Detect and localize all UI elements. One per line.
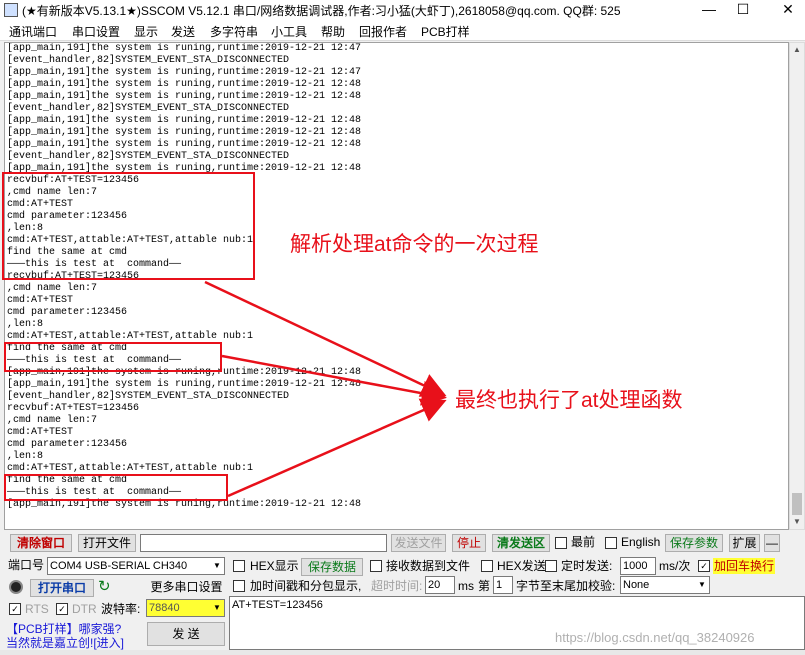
annotation-first: 解析处理at命令的一次过程 [290,233,539,256]
recv-to-file-checkbox[interactable] [370,560,382,572]
rts-checkbox[interactable]: ✓ [9,603,21,615]
baud-value: 78840 [149,602,180,614]
interval-input[interactable]: 1000 [620,557,656,575]
add-crlf-checkbox[interactable]: ✓ [698,560,710,572]
baud-chevron-icon[interactable]: ▼ [210,600,224,616]
clear-window-button[interactable]: 清除窗口 [10,534,72,552]
chevron-down-icon[interactable]: ▼ [210,558,224,574]
file-path-input[interactable] [140,534,387,552]
english-label: English [621,535,661,549]
timeout-unit: ms [458,579,474,593]
baud-label: 波特率: [101,602,141,616]
port-label: 端口号 [8,558,45,572]
timestamp-checkbox[interactable] [233,580,245,592]
timed-send-label: 定时发送: [561,559,613,573]
send-file-button[interactable]: 发送文件 [391,534,446,552]
hex-display-label: HEX显示 [250,559,299,573]
promo-line-2[interactable]: 当然就是嘉立创![进入] [6,635,124,651]
hex-display-checkbox[interactable] [233,560,245,572]
port-status-icon [9,580,23,594]
timed-send-checkbox[interactable] [545,560,557,572]
port-select[interactable]: COM4 USB-SERIAL CH340 ▼ [47,557,225,575]
hex-send-checkbox[interactable] [481,560,493,572]
byte-input[interactable]: 1 [493,576,513,594]
checksum-label: 字节至末尾加校验: [516,579,616,593]
arrow-second [221,354,447,406]
send-text: AT+TEST=123456 [232,599,323,611]
send-button[interactable]: 发 送 [147,622,225,646]
timestamp-label: 加时间戳和分包显示, [250,579,362,593]
status-strip [0,650,805,655]
stop-button[interactable]: 停止 [452,534,486,552]
port-value: COM4 USB-SERIAL CH340 [50,560,188,572]
interval-unit: ms/次 [659,559,691,573]
dtr-checkbox[interactable]: ✓ [56,603,68,615]
latest-checkbox[interactable] [555,537,567,549]
dtr-label: DTR [72,602,97,616]
timeout-label: 超时时间: [371,579,423,593]
checksum-chevron-icon[interactable]: ▼ [695,577,709,593]
recv-to-file-label: 接收数据到文件 [386,559,471,573]
more-settings-button[interactable]: 更多串口设置 [149,579,224,597]
watermark: https://blog.csdn.net/qq_38240926 [555,630,755,645]
refresh-icon[interactable]: ↻ [98,579,111,595]
annotation-second: 最终也执行了at处理函数 [455,389,683,412]
add-crlf-label: 加回车换行 [713,558,776,574]
hex-send-label: HEX发送 [497,559,546,573]
arrow-third [227,398,447,498]
english-checkbox[interactable] [605,537,617,549]
checksum-select[interactable]: None ▼ [620,576,710,594]
save-params-button[interactable]: 保存参数 [665,534,723,552]
arrow-first [204,280,447,397]
latest-label: 最前 [571,535,596,549]
rts-label: RTS [25,602,49,616]
expand-button[interactable]: 扩展 [729,534,760,552]
checksum-value: None [623,579,650,591]
baud-select[interactable]: 78840 ▼ [146,599,225,617]
page-label: 第 [478,579,491,593]
timeout-input[interactable]: 20 [425,576,455,594]
save-data-button[interactable]: 保存数据 [301,558,363,576]
open-port-button[interactable]: 打开串口 [30,579,94,597]
collapse-button[interactable]: — [764,534,780,552]
open-file-button[interactable]: 打开文件 [78,534,136,552]
clear-send-button[interactable]: 清发送区 [492,534,550,552]
